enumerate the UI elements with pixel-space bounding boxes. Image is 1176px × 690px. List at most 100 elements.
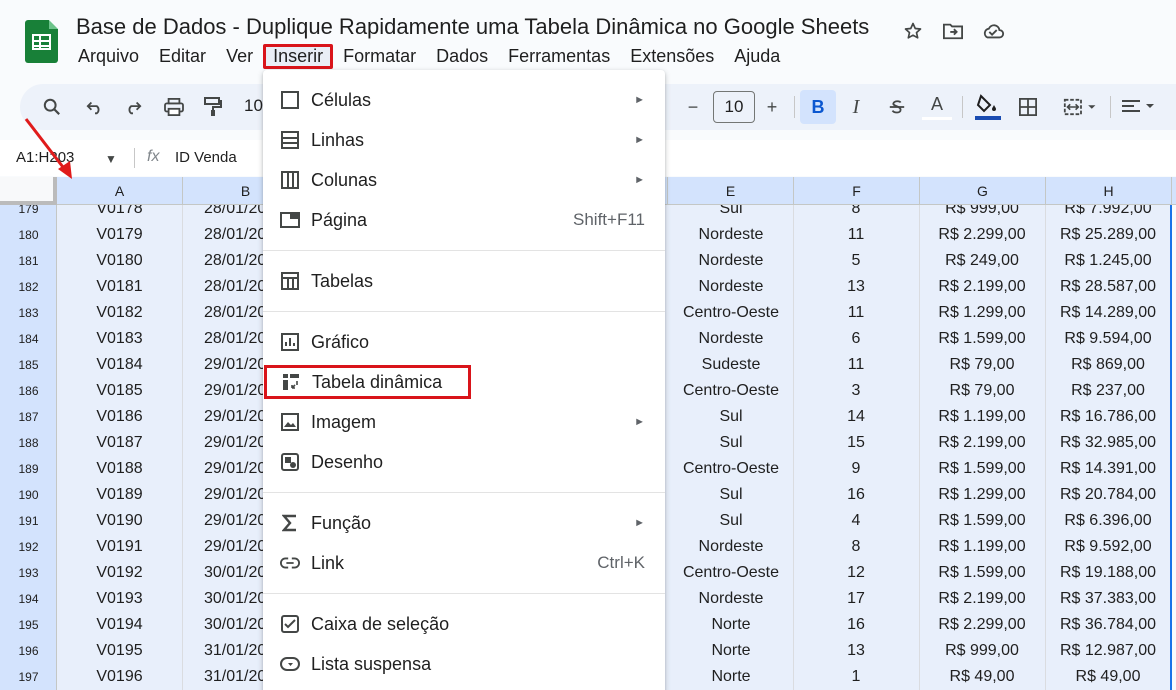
cell-id-venda[interactable]: V0189 <box>57 486 182 504</box>
cell-regiao[interactable]: Nordeste <box>669 226 793 244</box>
cell-total[interactable]: R$ 28.587,00 <box>1045 278 1171 296</box>
cell-total[interactable]: R$ 14.289,00 <box>1045 304 1171 322</box>
cell-data[interactable]: 30/01/20 <box>204 616 266 634</box>
cell-total[interactable]: R$ 1.245,00 <box>1045 252 1171 270</box>
cell-quantidade[interactable]: 14 <box>793 408 919 426</box>
cell-quantidade[interactable]: 11 <box>793 356 919 374</box>
cell-regiao[interactable]: Sul <box>669 408 793 426</box>
document-title[interactable]: Base de Dados - Duplique Rapidamente uma… <box>76 14 869 40</box>
cell-quantidade[interactable]: 16 <box>793 486 919 504</box>
cell-data[interactable]: 29/01/20 <box>204 460 266 478</box>
cell-id-venda[interactable]: V0191 <box>57 538 182 556</box>
cell-regiao[interactable]: Sul <box>669 434 793 452</box>
formula-input[interactable]: ID Venda <box>175 149 237 166</box>
menu-item-imagem[interactable]: Imagem ► <box>263 405 665 439</box>
cell-regiao[interactable]: Centro-Oeste <box>669 304 793 322</box>
row-header[interactable]: 189 <box>0 456 57 482</box>
cell-total[interactable]: R$ 36.784,00 <box>1045 616 1171 634</box>
menu-ajuda[interactable]: Ajuda <box>724 44 790 69</box>
row-header[interactable]: 197 <box>0 664 57 690</box>
cell-data[interactable]: 28/01/20 <box>204 330 266 348</box>
italic-button[interactable]: I <box>841 92 871 122</box>
cell-preco[interactable]: R$ 1.599,00 <box>919 512 1045 530</box>
cell-quantidade[interactable]: 3 <box>793 382 919 400</box>
cell-total[interactable]: R$ 6.396,00 <box>1045 512 1171 530</box>
menu-item-link[interactable]: Link Ctrl+K <box>263 546 665 580</box>
cell-quantidade[interactable]: 5 <box>793 252 919 270</box>
menu-item-tabelas[interactable]: Tabelas <box>263 264 665 298</box>
undo-icon[interactable] <box>80 92 110 122</box>
menu-item-grafico[interactable]: Gráfico <box>263 325 665 359</box>
cell-id-venda[interactable]: V0179 <box>57 226 182 244</box>
menu-item-tabela-dinamica[interactable]: Tabela dinâmica <box>264 365 471 399</box>
cell-regiao[interactable]: Sul <box>669 486 793 504</box>
cell-quantidade[interactable]: 9 <box>793 460 919 478</box>
cell-data[interactable]: 28/01/20 <box>204 205 266 218</box>
cell-data[interactable]: 31/01/20 <box>204 642 266 660</box>
zoom-select[interactable]: 10 <box>244 96 263 116</box>
cell-id-venda[interactable]: V0194 <box>57 616 182 634</box>
cell-preco[interactable]: R$ 1.299,00 <box>919 486 1045 504</box>
star-icon[interactable] <box>900 18 926 44</box>
cell-data[interactable]: 30/01/20 <box>204 564 266 582</box>
cell-data[interactable]: 28/01/20 <box>204 252 266 270</box>
cell-quantidade[interactable]: 13 <box>793 642 919 660</box>
cell-preco[interactable]: R$ 2.199,00 <box>919 434 1045 452</box>
menu-item-desenho[interactable]: Desenho <box>263 445 665 479</box>
cell-preco[interactable]: R$ 2.299,00 <box>919 616 1045 634</box>
row-header[interactable]: 196 <box>0 638 57 664</box>
cell-regiao[interactable]: Sudeste <box>669 356 793 374</box>
cell-regiao[interactable]: Nordeste <box>669 278 793 296</box>
cell-data[interactable]: 29/01/20 <box>204 486 266 504</box>
bold-button[interactable]: B <box>800 90 836 124</box>
row-header[interactable]: 190 <box>0 482 57 508</box>
cell-total[interactable]: R$ 25.289,00 <box>1045 226 1171 244</box>
column-header-f[interactable]: F <box>794 177 920 205</box>
cell-id-venda[interactable]: V0178 <box>57 205 182 218</box>
cell-regiao[interactable]: Nordeste <box>669 538 793 556</box>
cell-total[interactable]: R$ 20.784,00 <box>1045 486 1171 504</box>
cell-preco[interactable]: R$ 2.199,00 <box>919 590 1045 608</box>
cell-data[interactable]: 29/01/20 <box>204 434 266 452</box>
row-header[interactable]: 184 <box>0 326 57 352</box>
row-header[interactable]: 193 <box>0 560 57 586</box>
cell-data[interactable]: 28/01/20 <box>204 226 266 244</box>
cell-regiao[interactable]: Nordeste <box>669 590 793 608</box>
row-header[interactable]: 191 <box>0 508 57 534</box>
row-header[interactable]: 185 <box>0 352 57 378</box>
borders-icon[interactable] <box>1013 92 1043 122</box>
cell-total[interactable]: R$ 19.188,00 <box>1045 564 1171 582</box>
cell-regiao[interactable]: Nordeste <box>669 330 793 348</box>
menu-dados[interactable]: Dados <box>426 44 498 69</box>
cell-total[interactable]: R$ 9.594,00 <box>1045 330 1171 348</box>
menu-formatar[interactable]: Formatar <box>333 44 426 69</box>
cell-quantidade[interactable]: 1 <box>793 668 919 686</box>
cell-quantidade[interactable]: 15 <box>793 434 919 452</box>
cell-total[interactable]: R$ 869,00 <box>1045 356 1171 374</box>
cell-preco[interactable]: R$ 2.199,00 <box>919 278 1045 296</box>
row-header[interactable]: 194 <box>0 586 57 612</box>
column-header-g[interactable]: G <box>920 177 1046 205</box>
cell-preco[interactable]: R$ 1.299,00 <box>919 304 1045 322</box>
cell-quantidade[interactable]: 17 <box>793 590 919 608</box>
cell-regiao[interactable]: Nordeste <box>669 252 793 270</box>
cell-regiao[interactable]: Sul <box>669 205 793 218</box>
decrease-font-size-button[interactable]: − <box>678 92 708 122</box>
cell-id-venda[interactable]: V0196 <box>57 668 182 686</box>
cell-id-venda[interactable]: V0183 <box>57 330 182 348</box>
cell-preco[interactable]: R$ 49,00 <box>919 668 1045 686</box>
cell-data[interactable]: 28/01/20 <box>204 278 266 296</box>
cell-data[interactable]: 31/01/20 <box>204 668 266 686</box>
cell-quantidade[interactable]: 8 <box>793 205 919 218</box>
cell-id-venda[interactable]: V0180 <box>57 252 182 270</box>
menu-extensoes[interactable]: Extensões <box>620 44 724 69</box>
cell-id-venda[interactable]: V0187 <box>57 434 182 452</box>
row-header[interactable]: 192 <box>0 534 57 560</box>
cloud-status-icon[interactable] <box>980 18 1006 44</box>
column-header-e[interactable]: E <box>667 177 794 205</box>
cell-quantidade[interactable]: 16 <box>793 616 919 634</box>
cell-total[interactable]: R$ 7.992,00 <box>1045 205 1171 218</box>
cell-id-venda[interactable]: V0181 <box>57 278 182 296</box>
cell-quantidade[interactable]: 6 <box>793 330 919 348</box>
cell-quantidade[interactable]: 12 <box>793 564 919 582</box>
